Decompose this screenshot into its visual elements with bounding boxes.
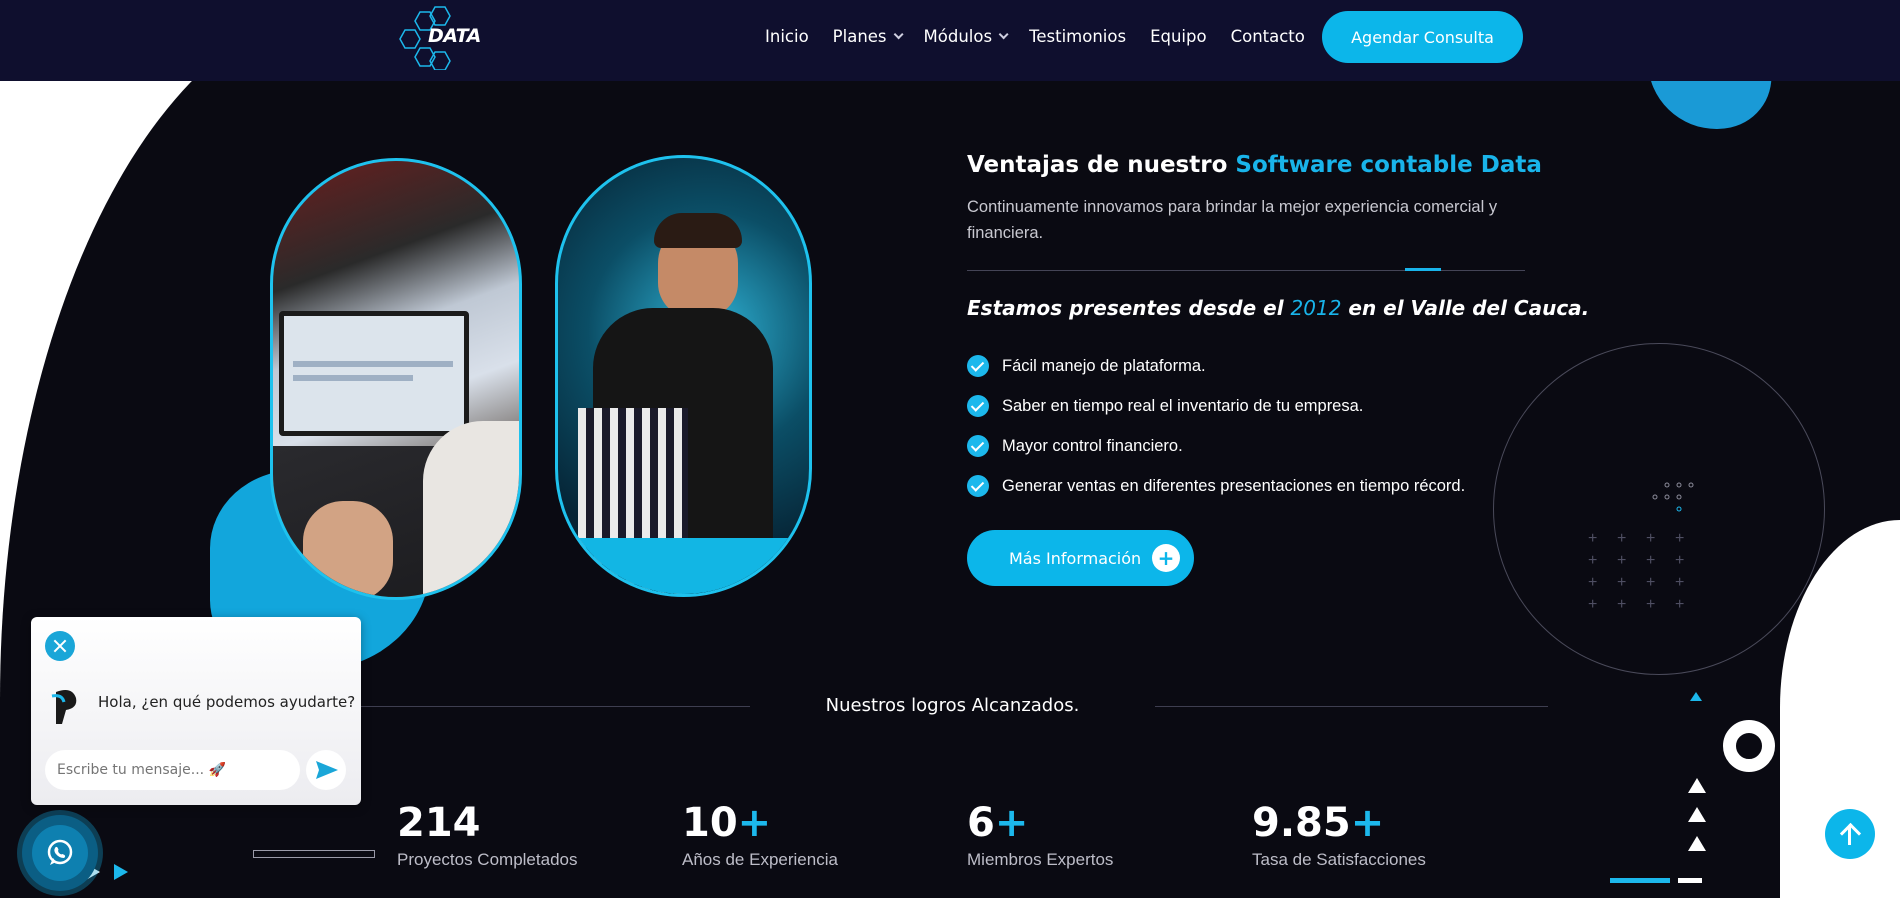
title-prefix: Ventajas de nuestro bbox=[967, 152, 1236, 178]
nav-label: Contacto bbox=[1230, 27, 1305, 46]
features-list: Fácil manejo de plataforma. Saber en tie… bbox=[967, 346, 1465, 506]
nav-label: Testimonios bbox=[1029, 27, 1127, 46]
feature-text: Fácil manejo de plataforma. bbox=[1002, 356, 1206, 375]
play-icon bbox=[114, 864, 128, 880]
decorative-triangle bbox=[1688, 807, 1706, 822]
send-icon bbox=[316, 761, 338, 779]
stat-suffix: + bbox=[737, 800, 772, 846]
chat-message-input[interactable] bbox=[45, 750, 300, 790]
whatsapp-icon bbox=[47, 839, 73, 865]
more-info-button[interactable]: Más Información + bbox=[967, 530, 1194, 586]
nav-item-modulos[interactable]: Módulos bbox=[923, 27, 1009, 46]
title-accent: Software contable Data bbox=[1235, 152, 1542, 178]
stat-number: 9.85 bbox=[1252, 800, 1351, 846]
stat-number: 10 bbox=[682, 800, 738, 846]
since-prefix: Estamos presentes desde el bbox=[967, 296, 1291, 320]
check-circle-icon bbox=[967, 395, 989, 417]
chat-avatar-icon bbox=[51, 690, 77, 724]
stat-suffix: + bbox=[1350, 800, 1385, 846]
decorative-dots bbox=[1652, 482, 1694, 512]
decorative-rectangle bbox=[253, 850, 375, 858]
plus-icon: + bbox=[1152, 544, 1180, 572]
stat-satisfaction: 9.85+ Tasa de Satisfacciones bbox=[1252, 800, 1426, 870]
chef-photo bbox=[555, 155, 812, 597]
chevron-down-icon bbox=[998, 29, 1009, 40]
divider-accent bbox=[1405, 268, 1441, 271]
more-info-label: Más Información bbox=[1009, 548, 1142, 568]
stat-number: 214 bbox=[397, 800, 481, 846]
nav-label: Equipo bbox=[1150, 27, 1207, 46]
check-circle-icon bbox=[967, 435, 989, 457]
stat-value: 9.85+ bbox=[1252, 800, 1426, 846]
stat-members: 6+ Miembros Expertos bbox=[967, 800, 1113, 870]
decorative-triangle bbox=[1688, 778, 1706, 793]
nav-item-equipo[interactable]: Equipo bbox=[1150, 27, 1207, 46]
close-icon[interactable] bbox=[45, 631, 75, 661]
stat-label: Años de Experiencia bbox=[682, 850, 838, 869]
logo[interactable]: DATA bbox=[398, 6, 482, 71]
stat-projects: 214 Proyectos Completados bbox=[397, 800, 577, 870]
site-header: DATA Inicio Planes Módulos Testimonios E… bbox=[0, 0, 1900, 81]
since-suffix: en el Valle del Cauca. bbox=[1341, 296, 1590, 320]
chat-greeting: Hola, ¿en qué podemos ayudarte? bbox=[98, 693, 356, 711]
nav-item-contacto[interactable]: Contacto bbox=[1231, 27, 1305, 46]
send-button[interactable] bbox=[306, 750, 346, 790]
laptop-photo bbox=[270, 158, 522, 600]
nav-item-testimonios[interactable]: Testimonios bbox=[1029, 27, 1126, 46]
feature-item: Saber en tiempo real el inventario de tu… bbox=[967, 386, 1465, 426]
feature-text: Mayor control financiero. bbox=[1002, 436, 1183, 455]
check-circle-icon bbox=[967, 355, 989, 377]
chevron-down-icon bbox=[893, 29, 904, 40]
section-title: Ventajas de nuestro Software contable Da… bbox=[967, 152, 1542, 178]
nav-item-inicio[interactable]: Inicio bbox=[765, 27, 809, 46]
feature-text: Saber en tiempo real el inventario de tu… bbox=[1002, 396, 1364, 415]
decorative-triangle bbox=[1690, 692, 1702, 701]
schedule-consultation-button[interactable]: Agendar Consulta bbox=[1322, 11, 1523, 63]
feature-text: Generar ventas en diferentes presentacio… bbox=[1002, 476, 1466, 495]
scroll-to-top-button[interactable] bbox=[1825, 809, 1875, 859]
main-nav: Inicio Planes Módulos Testimonios Equipo… bbox=[765, 0, 1329, 73]
stat-label: Miembros Expertos bbox=[967, 850, 1114, 869]
stat-value: 214 bbox=[397, 800, 577, 846]
section-description: Continuamente innovamos para brindar la … bbox=[967, 198, 1498, 242]
logo-text: DATA bbox=[428, 25, 481, 47]
whatsapp-button[interactable] bbox=[22, 815, 98, 891]
check-circle-icon bbox=[967, 475, 989, 497]
nav-label: Módulos bbox=[923, 27, 993, 46]
stat-value: 10+ bbox=[682, 800, 838, 846]
nav-label: Inicio bbox=[765, 27, 809, 46]
nav-label: Planes bbox=[832, 27, 887, 46]
decorative-ring bbox=[1723, 720, 1775, 772]
feature-item: Mayor control financiero. bbox=[967, 426, 1465, 466]
decorative-triangle bbox=[1688, 836, 1706, 851]
chat-widget: Hola, ¿en qué podemos ayudarte? bbox=[31, 617, 361, 805]
whatsapp-inner bbox=[32, 825, 88, 881]
stat-value: 6+ bbox=[967, 800, 1113, 846]
nav-item-planes[interactable]: Planes bbox=[832, 27, 904, 46]
decorative-plus-grid: + + + + + + + + + + + + + + + + bbox=[1588, 530, 1685, 613]
divider bbox=[967, 270, 1525, 271]
since-statement: Estamos presentes desde el 2012 en el Va… bbox=[967, 296, 1589, 320]
stat-suffix: + bbox=[994, 800, 1029, 846]
stat-label: Proyectos Completados bbox=[397, 850, 578, 869]
stat-number: 6 bbox=[967, 800, 995, 846]
stat-label: Tasa de Satisfacciones bbox=[1252, 850, 1426, 869]
since-year: 2012 bbox=[1290, 296, 1342, 320]
feature-item: Generar ventas en diferentes presentacio… bbox=[967, 466, 1465, 506]
feature-item: Fácil manejo de plataforma. bbox=[967, 346, 1465, 386]
stat-years: 10+ Años de Experiencia bbox=[682, 800, 838, 870]
